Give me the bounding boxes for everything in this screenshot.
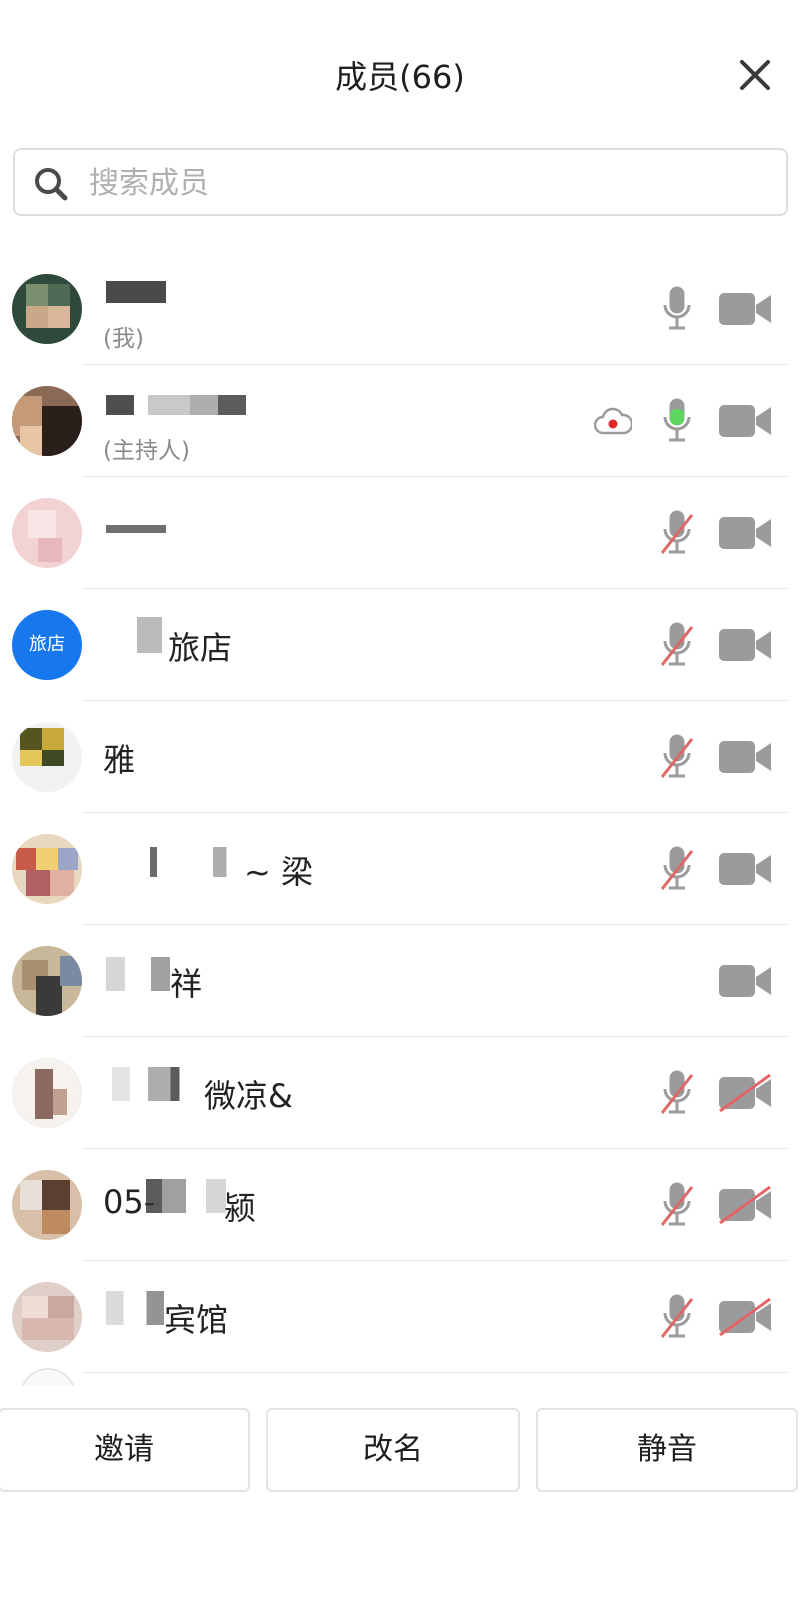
member-row[interactable]: 宾馆 <box>0 1261 800 1373</box>
redacted-name <box>106 281 166 303</box>
avatar <box>12 722 82 792</box>
member-row[interactable]: 祥 <box>0 925 800 1037</box>
avatar <box>12 834 82 904</box>
microphone-muted-icon[interactable] <box>660 621 694 669</box>
next-avatar-partial <box>20 1368 80 1386</box>
camera-icon[interactable] <box>718 513 772 553</box>
camera-icon[interactable] <box>718 625 772 665</box>
camera-icon[interactable] <box>718 849 772 889</box>
member-role: (主持人) <box>103 438 190 464</box>
member-name-tail: 颍 <box>224 1189 257 1227</box>
member-list[interactable]: (我) (主持人) 旅店 旅店 雅 ~ 梁 祥 微凉& 05- 颍 宾馆 <box>0 253 800 1403</box>
microphone-muted-icon[interactable] <box>660 845 694 893</box>
search-input[interactable] <box>89 158 769 208</box>
avatar <box>12 498 82 568</box>
divider <box>82 1372 788 1373</box>
member-name: 旅店 <box>168 629 233 667</box>
avatar <box>12 946 82 1016</box>
avatar <box>12 1282 82 1352</box>
redacted-name <box>106 525 166 533</box>
redacted-name <box>150 847 240 877</box>
redacted-name <box>146 1179 226 1213</box>
redacted-name <box>106 617 162 653</box>
camera-icon[interactable] <box>718 961 772 1001</box>
close-icon <box>740 60 770 90</box>
microphone-muted-icon[interactable] <box>660 733 694 781</box>
close-button[interactable] <box>730 50 780 100</box>
search-box[interactable] <box>13 148 788 216</box>
avatar <box>12 274 82 344</box>
microphone-muted-icon[interactable] <box>660 1069 694 1117</box>
member-row[interactable]: ~ 梁 <box>0 813 800 925</box>
avatar <box>12 1170 82 1240</box>
invite-button[interactable]: 邀请 <box>0 1408 250 1492</box>
avatar <box>12 386 82 456</box>
redacted-name <box>112 1067 202 1101</box>
member-row[interactable]: 05- 颍 <box>0 1149 800 1261</box>
member-row[interactable]: 雅 <box>0 701 800 813</box>
member-name: 微凉& <box>204 1077 293 1115</box>
member-name: 雅 <box>103 741 136 779</box>
member-row[interactable]: 旅店 旅店 <box>0 589 800 701</box>
camera-icon[interactable] <box>718 737 772 777</box>
camera-disabled-icon[interactable] <box>718 1185 772 1225</box>
page-title: 成员(66) <box>335 58 465 96</box>
search-icon <box>35 168 68 201</box>
camera-disabled-icon[interactable] <box>718 1297 772 1337</box>
member-name: 祥 <box>170 965 203 1003</box>
redacted-name <box>106 395 246 415</box>
cloud-recording-icon <box>594 407 632 435</box>
microphone-muted-icon[interactable] <box>660 509 694 557</box>
microphone-active-icon[interactable] <box>660 397 694 445</box>
avatar: 旅店 <box>12 610 82 680</box>
camera-icon[interactable] <box>718 289 772 329</box>
member-name: ~ 梁 <box>244 853 313 891</box>
member-row[interactable]: (主持人) <box>0 365 800 477</box>
member-row[interactable]: (我) <box>0 253 800 365</box>
microphone-muted-icon[interactable] <box>660 1181 694 1229</box>
action-bar: 邀请 改名 静音 <box>0 1408 800 1498</box>
redacted-name <box>106 1291 164 1325</box>
member-name: 宾馆 <box>164 1301 229 1339</box>
mute-all-button[interactable]: 静音 <box>536 1408 798 1492</box>
camera-icon[interactable] <box>718 401 772 441</box>
microphone-icon[interactable] <box>660 285 694 333</box>
member-row[interactable]: 微凉& <box>0 1037 800 1149</box>
member-role: (我) <box>103 326 144 352</box>
camera-disabled-icon[interactable] <box>718 1073 772 1113</box>
header: 成员(66) <box>0 0 800 150</box>
rename-button[interactable]: 改名 <box>266 1408 520 1492</box>
redacted-name <box>106 957 170 991</box>
member-row[interactable] <box>0 477 800 589</box>
microphone-muted-icon[interactable] <box>660 1293 694 1341</box>
avatar <box>12 1058 82 1128</box>
